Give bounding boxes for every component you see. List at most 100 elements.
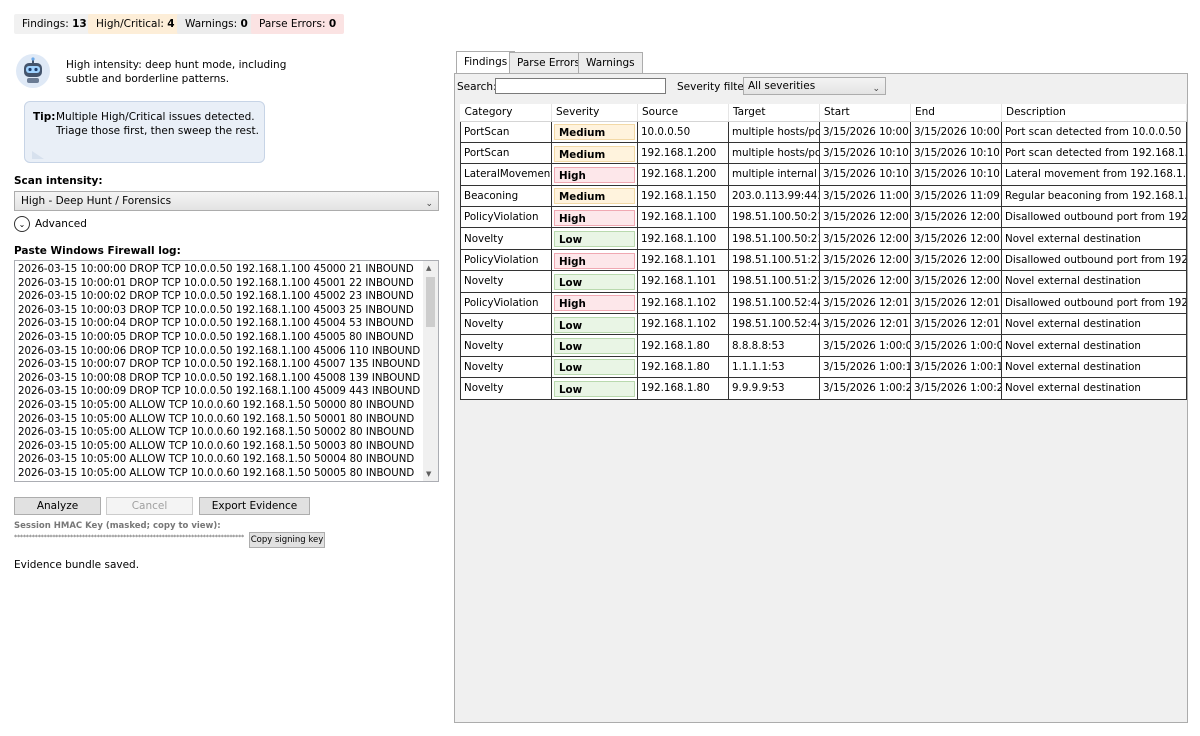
cell-category[interactable]: Novelty	[460, 377, 552, 400]
cell-start[interactable]: 3/15/2026 12:00:30	[819, 270, 911, 293]
cell-start[interactable]: 3/15/2026 10:10:00	[819, 163, 911, 186]
cell-end[interactable]: 3/15/2026 12:01:00	[910, 313, 1002, 336]
cell-end[interactable]: 3/15/2026 12:00:30	[910, 270, 1002, 293]
cell-start[interactable]: 3/15/2026 12:00:00	[819, 227, 911, 250]
cell-target[interactable]: 9.9.9.9:53	[728, 377, 820, 400]
column-header-target[interactable]: Target	[728, 104, 820, 122]
cell-description[interactable]: Novel external destination	[1001, 313, 1187, 336]
cell-target[interactable]: 198.51.100.51:23	[728, 270, 820, 293]
cell-end[interactable]: 3/15/2026 10:00:09	[910, 120, 1002, 143]
scroll-thumb[interactable]	[426, 277, 435, 327]
cell-category[interactable]: Novelty	[460, 227, 552, 250]
cell-category[interactable]: PolicyViolation	[460, 291, 552, 315]
cell-source[interactable]: 192.168.1.80	[637, 377, 729, 400]
export-evidence-button[interactable]: Export Evidence	[199, 497, 310, 515]
cell-source[interactable]: 192.168.1.100	[637, 206, 729, 229]
table-row[interactable]: PolicyViolation High 192.168.1.101 198.51.1…	[460, 248, 1187, 272]
cell-end[interactable]: 3/15/2026 1:00:20	[910, 377, 1002, 400]
tab-warnings[interactable]: Warnings	[578, 52, 643, 73]
cell-end[interactable]: 3/15/2026 10:10:45	[910, 141, 1002, 165]
table-row[interactable]: PolicyViolation High 192.168.1.102 198.51.1…	[460, 291, 1187, 315]
severity-filter-select[interactable]: All severities ⌄	[743, 77, 886, 95]
cell-source[interactable]: 192.168.1.102	[637, 313, 729, 336]
cell-target[interactable]: multiple hosts/ports	[728, 141, 820, 165]
cell-severity[interactable]: Low	[551, 377, 638, 400]
cell-severity[interactable]: High	[551, 206, 638, 229]
cell-severity[interactable]: Low	[551, 334, 638, 357]
cell-category[interactable]: PortScan	[460, 120, 552, 143]
search-input[interactable]	[495, 78, 666, 94]
cell-source[interactable]: 192.168.1.200	[637, 163, 729, 186]
cell-description[interactable]: Disallowed outbound port from 192.168.1.…	[1001, 248, 1187, 272]
cell-category[interactable]: Novelty	[460, 355, 552, 379]
cell-description[interactable]: Novel external destination	[1001, 270, 1187, 293]
column-header-source[interactable]: Source	[637, 104, 729, 122]
cell-end[interactable]: 3/15/2026 11:09:00	[910, 184, 1002, 208]
cell-description[interactable]: Port scan detected from 192.168.1.200	[1001, 141, 1187, 165]
table-row[interactable]: Novelty Low 192.168.1.101 198.51.100.51:23 3…	[460, 270, 1187, 293]
cell-end[interactable]: 3/15/2026 1:00:00	[910, 334, 1002, 357]
cell-source[interactable]: 192.168.1.80	[637, 334, 729, 357]
copy-signing-key-button[interactable]: Copy signing key	[249, 532, 325, 548]
cell-category[interactable]: Novelty	[460, 270, 552, 293]
cell-start[interactable]: 3/15/2026 12:00:00	[819, 206, 911, 229]
table-row[interactable]: Novelty Low 192.168.1.100 198.51.100.50:21 3…	[460, 227, 1187, 250]
cell-category[interactable]: LateralMovement	[460, 163, 552, 186]
cell-severity[interactable]: High	[551, 248, 638, 272]
column-header-end[interactable]: End	[910, 104, 1002, 122]
cell-category[interactable]: PolicyViolation	[460, 248, 552, 272]
cell-target[interactable]: 198.51.100.50:21	[728, 227, 820, 250]
cell-severity[interactable]: High	[551, 163, 638, 186]
table-row[interactable]: PolicyViolation High 192.168.1.100 198.51.1…	[460, 206, 1187, 229]
column-header-category[interactable]: Category	[460, 104, 552, 122]
tab-parse-errors[interactable]: Parse Errors	[509, 52, 588, 73]
scroll-up-icon[interactable]: ▲	[426, 264, 431, 272]
cell-source[interactable]: 192.168.1.102	[637, 291, 729, 315]
cell-target[interactable]: 198.51.100.52:445	[728, 291, 820, 315]
cell-category[interactable]: PolicyViolation	[460, 206, 552, 229]
cell-severity[interactable]: Low	[551, 270, 638, 293]
cell-category[interactable]: Novelty	[460, 334, 552, 357]
cell-target[interactable]: multiple internal hosts	[728, 163, 820, 186]
cell-target[interactable]: 198.51.100.51:23	[728, 248, 820, 272]
cell-start[interactable]: 3/15/2026 1:00:00	[819, 334, 911, 357]
cell-description[interactable]: Novel external destination	[1001, 377, 1187, 400]
cell-severity[interactable]: Low	[551, 227, 638, 250]
scroll-down-icon[interactable]: ▼	[426, 470, 431, 478]
cell-end[interactable]: 3/15/2026 10:10:10	[910, 163, 1002, 186]
table-row[interactable]: Novelty Low 192.168.1.80 9.9.9.9:53 3/15/202…	[460, 377, 1187, 400]
advanced-expander[interactable]: ⌄ Advanced	[14, 216, 87, 232]
analyze-button[interactable]: Analyze	[14, 497, 101, 515]
cell-start[interactable]: 3/15/2026 11:00:00	[819, 184, 911, 208]
cell-target[interactable]: 198.51.100.52:445	[728, 313, 820, 336]
cell-source[interactable]: 192.168.1.101	[637, 270, 729, 293]
cell-start[interactable]: 3/15/2026 12:01:00	[819, 291, 911, 315]
log-scrollbar[interactable]: ▲ ▼	[423, 261, 438, 481]
cell-description[interactable]: Disallowed outbound port from 192.168.1.…	[1001, 291, 1187, 315]
column-header-description[interactable]: Description	[1001, 104, 1187, 122]
cell-target[interactable]: 8.8.8.8:53	[728, 334, 820, 357]
table-row[interactable]: PortScan Medium 192.168.1.200 multiple host…	[460, 141, 1187, 165]
cell-target[interactable]: 1.1.1.1:53	[728, 355, 820, 379]
cell-description[interactable]: Regular beaconing from 192.168.1.150	[1001, 184, 1187, 208]
cell-source[interactable]: 192.168.1.100	[637, 227, 729, 250]
cell-source[interactable]: 10.0.0.50	[637, 120, 729, 143]
cell-description[interactable]: Novel external destination	[1001, 355, 1187, 379]
cell-description[interactable]: Disallowed outbound port from 192.168.1.…	[1001, 206, 1187, 229]
cell-category[interactable]: PortScan	[460, 141, 552, 165]
tab-findings[interactable]: Findings	[456, 51, 516, 73]
cell-start[interactable]: 3/15/2026 10:10:00	[819, 141, 911, 165]
scan-intensity-select[interactable]: High - Deep Hunt / Forensics ⌄	[14, 191, 439, 211]
cell-description[interactable]: Port scan detected from 10.0.0.50	[1001, 120, 1187, 143]
cell-end[interactable]: 3/15/2026 12:00:00	[910, 206, 1002, 229]
cell-target[interactable]: multiple hosts/ports	[728, 120, 820, 143]
cell-severity[interactable]: High	[551, 291, 638, 315]
column-header-severity[interactable]: Severity	[551, 104, 638, 122]
cell-source[interactable]: 192.168.1.200	[637, 141, 729, 165]
cell-severity[interactable]: Medium	[551, 141, 638, 165]
cell-source[interactable]: 192.168.1.80	[637, 355, 729, 379]
firewall-log-textarea[interactable]: 2026-03-15 10:00:00 DROP TCP 10.0.0.50 1…	[14, 260, 439, 482]
cell-source[interactable]: 192.168.1.150	[637, 184, 729, 208]
cell-description[interactable]: Lateral movement from 192.168.1.200	[1001, 163, 1187, 186]
cell-target[interactable]: 203.0.113.99:443	[728, 184, 820, 208]
